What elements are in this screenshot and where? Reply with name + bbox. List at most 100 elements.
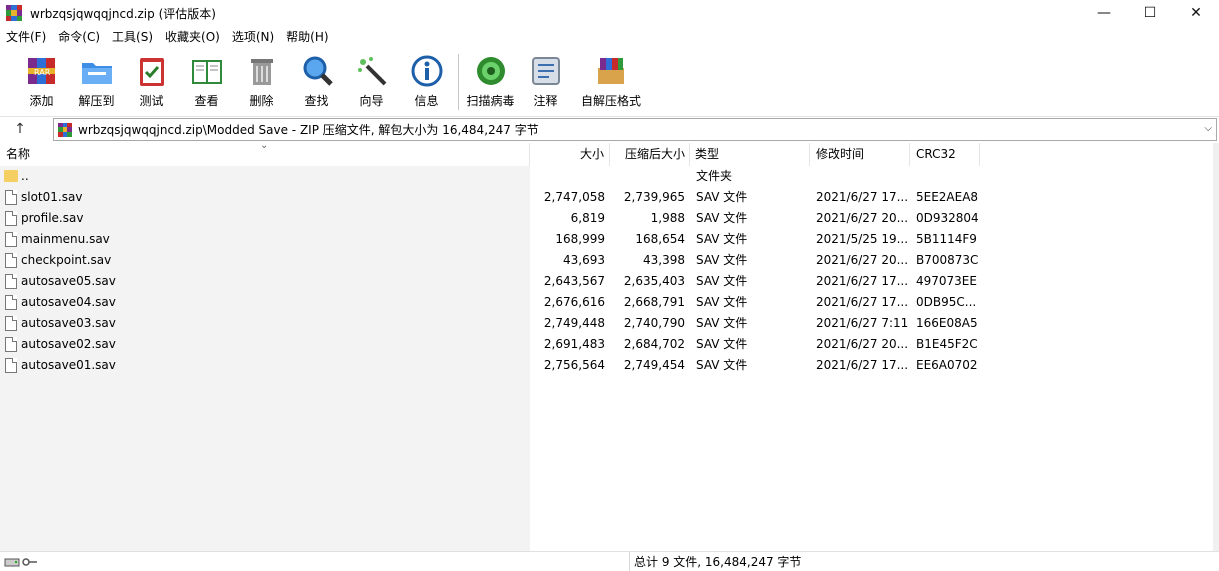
key-icon[interactable] bbox=[22, 556, 38, 568]
menu-help[interactable]: 帮助(H) bbox=[280, 27, 334, 47]
cell-crc: 0D932804 bbox=[916, 211, 979, 225]
file-icon bbox=[5, 211, 17, 226]
cell-packed: 168,654 bbox=[635, 232, 685, 246]
up-folder-button[interactable]: ↑ bbox=[0, 121, 40, 137]
status-bar: 总计 9 文件, 16,484,247 字节 bbox=[0, 551, 1219, 571]
scrollbar-strip[interactable] bbox=[1213, 143, 1219, 551]
drive-icon[interactable] bbox=[4, 556, 20, 568]
col-size[interactable]: 大小 bbox=[530, 143, 610, 166]
cell-modified: 2021/6/27 17... bbox=[816, 274, 909, 288]
menu-bar: 文件(F) 命令(C) 工具(S) 收藏夹(O) 选项(N) 帮助(H) bbox=[0, 27, 1219, 47]
cell-type: SAV 文件 bbox=[696, 337, 748, 351]
col-packed-label: 压缩后大小 bbox=[624, 147, 685, 161]
sfx-archive-icon bbox=[594, 54, 628, 88]
cell-type: SAV 文件 bbox=[696, 295, 748, 309]
add-label: 添加 bbox=[29, 94, 54, 108]
file-icon bbox=[5, 253, 17, 268]
cell-packed: 2,749,454 bbox=[623, 358, 685, 372]
file-row[interactable]: autosave05.sav 2,643,567 2,635,403 SAV 文件 20… bbox=[0, 271, 1000, 292]
cell-type: SAV 文件 bbox=[696, 211, 748, 225]
column-header: 名称 ⌄ 大小 压缩后大小 类型 修改时间 CRC32 bbox=[0, 140, 1219, 166]
parent-folder-row[interactable]: .. 文件夹 bbox=[0, 166, 1000, 187]
toolbar: RAR 添加 解压到 测试 查看 删除 查找 向导 信息 扫描病毒 注释 自解压… bbox=[0, 48, 1219, 114]
extract-folder-icon bbox=[80, 54, 114, 88]
cell-packed: 2,740,790 bbox=[623, 316, 685, 330]
sfx-button[interactable]: 自解压格式 bbox=[573, 48, 649, 109]
info-icon bbox=[410, 54, 444, 88]
info-button[interactable]: 信息 bbox=[399, 48, 454, 109]
find-button[interactable]: 查找 bbox=[289, 48, 344, 109]
sort-indicator-icon: ⌄ bbox=[260, 140, 269, 151]
col-name[interactable]: 名称 ⌄ bbox=[0, 140, 530, 166]
cell-modified: 2021/6/27 17... bbox=[816, 190, 909, 204]
test-label: 测试 bbox=[139, 94, 164, 108]
file-row[interactable]: autosave04.sav 2,676,616 2,668,791 SAV 文件 20… bbox=[0, 292, 1000, 313]
col-type[interactable]: 类型 bbox=[690, 143, 810, 166]
info-label: 信息 bbox=[414, 94, 439, 108]
file-row[interactable]: checkpoint.sav 43,693 43,398 SAV 文件 2021/6/2… bbox=[0, 250, 1000, 271]
virus-scan-button[interactable]: 扫描病毒 bbox=[463, 48, 518, 109]
file-row[interactable]: mainmenu.sav 168,999 168,654 SAV 文件 2021/5/2… bbox=[0, 229, 1000, 250]
wizard-button[interactable]: 向导 bbox=[344, 48, 399, 109]
sfx-label: 自解压格式 bbox=[580, 94, 641, 108]
svg-text:RAR: RAR bbox=[34, 68, 51, 77]
cell-modified: 2021/6/27 20... bbox=[816, 211, 909, 225]
cell-name: mainmenu.sav bbox=[21, 232, 110, 246]
cell-name: autosave01.sav bbox=[21, 358, 116, 372]
window-title: wrbzqsjqwqqjncd.zip (评估版本) bbox=[30, 6, 216, 21]
winrar-window: wrbzqsjqwqqjncd.zip (评估版本) — ☐ ✕ 文件(F) 命… bbox=[0, 0, 1219, 571]
file-icon bbox=[5, 274, 17, 289]
status-summary: 总计 9 文件, 16,484,247 字节 bbox=[634, 555, 802, 569]
file-list: .. 文件夹 slot01.sav 2,747,058 2,739,965 SAV 文件 2… bbox=[0, 166, 1219, 551]
toolbar-separator bbox=[458, 54, 459, 110]
close-button[interactable]: ✕ bbox=[1173, 0, 1219, 26]
file-row[interactable]: autosave02.sav 2,691,483 2,684,702 SAV 文件 20… bbox=[0, 334, 1000, 355]
menu-options[interactable]: 选项(N) bbox=[226, 27, 280, 47]
cell-size: 2,643,567 bbox=[543, 274, 605, 288]
cell-size: 6,819 bbox=[570, 211, 605, 225]
path-combobox[interactable]: wrbzqsjqwqqjncd.zip\Modded Save - ZIP 压缩… bbox=[53, 118, 1217, 141]
cell-size: 2,676,616 bbox=[543, 295, 605, 309]
comment-button[interactable]: 注释 bbox=[518, 48, 573, 109]
menu-favorites[interactable]: 收藏夹(O) bbox=[159, 27, 226, 47]
cell-crc: EE6A0702 bbox=[916, 358, 978, 372]
col-crc[interactable]: CRC32 bbox=[910, 143, 980, 166]
cell-modified: 2021/6/27 17... bbox=[816, 295, 909, 309]
file-row[interactable]: autosave01.sav 2,756,564 2,749,454 SAV 文件 20… bbox=[0, 355, 1000, 376]
minimize-button[interactable]: — bbox=[1081, 0, 1127, 26]
maximize-button[interactable]: ☐ bbox=[1127, 0, 1173, 26]
view-button[interactable]: 查看 bbox=[179, 48, 234, 109]
file-row[interactable]: autosave03.sav 2,749,448 2,740,790 SAV 文件 20… bbox=[0, 313, 1000, 334]
cell-packed: 2,668,791 bbox=[623, 295, 685, 309]
cell-name: autosave02.sav bbox=[21, 337, 116, 351]
col-modified[interactable]: 修改时间 bbox=[810, 143, 910, 166]
menu-tools[interactable]: 工具(S) bbox=[106, 27, 159, 47]
col-name-label: 名称 bbox=[6, 147, 31, 161]
file-row[interactable]: slot01.sav 2,747,058 2,739,965 SAV 文件 2021/6… bbox=[0, 187, 1000, 208]
cell-name: .. bbox=[21, 169, 29, 183]
cell-packed: 2,635,403 bbox=[623, 274, 685, 288]
menu-commands[interactable]: 命令(C) bbox=[52, 27, 106, 47]
file-row[interactable]: profile.sav 6,819 1,988 SAV 文件 2021/6/27 20.… bbox=[0, 208, 1000, 229]
col-packed[interactable]: 压缩后大小 bbox=[610, 143, 690, 166]
delete-button[interactable]: 删除 bbox=[234, 48, 289, 109]
virus-scan-icon bbox=[474, 54, 508, 88]
path-text: wrbzqsjqwqqjncd.zip\Modded Save - ZIP 压缩… bbox=[78, 123, 539, 137]
chevron-down-icon[interactable]: ⌵ bbox=[1204, 123, 1212, 134]
comment-label: 注释 bbox=[533, 94, 558, 108]
cell-crc: 497073EE bbox=[916, 274, 977, 288]
add-button[interactable]: RAR 添加 bbox=[14, 48, 69, 109]
extract-to-button[interactable]: 解压到 bbox=[69, 48, 124, 109]
cell-type: SAV 文件 bbox=[696, 232, 748, 246]
virus-scan-label: 扫描病毒 bbox=[466, 94, 515, 108]
cell-size: 2,756,564 bbox=[543, 358, 605, 372]
file-icon bbox=[5, 232, 17, 247]
cell-size: 43,693 bbox=[563, 253, 605, 267]
test-button[interactable]: 测试 bbox=[124, 48, 179, 109]
find-label: 查找 bbox=[304, 94, 329, 108]
cell-crc: B1E45F2C bbox=[916, 337, 978, 351]
view-label: 查看 bbox=[194, 94, 219, 108]
cell-modified: 2021/5/25 19... bbox=[816, 232, 909, 246]
cell-modified: 2021/6/27 17... bbox=[816, 358, 909, 372]
menu-file[interactable]: 文件(F) bbox=[0, 27, 52, 47]
